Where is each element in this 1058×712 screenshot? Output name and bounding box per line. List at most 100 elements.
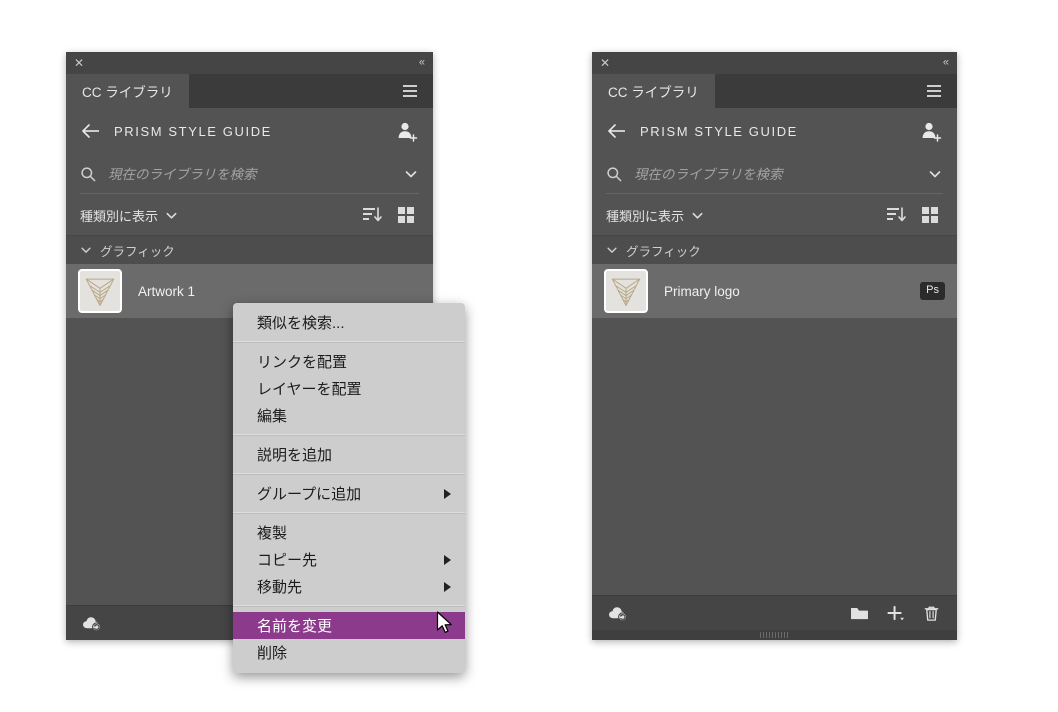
page-title: PRISM STYLE GUIDE (114, 123, 272, 139)
tab-label: CC ライブラリ (608, 85, 699, 100)
menu-separator (233, 512, 465, 514)
submenu-arrow-icon (444, 554, 451, 565)
search-row (66, 154, 433, 194)
context-menu-item-label: 移動先 (257, 579, 303, 596)
cloud-sync-icon[interactable] (604, 601, 632, 625)
search-options-chevron-down-icon[interactable] (927, 166, 943, 182)
panel-tabstrip: CC ライブラリ (66, 74, 433, 108)
grid-view-icon[interactable] (917, 204, 943, 226)
new-group-icon[interactable] (845, 601, 873, 625)
panel-menu-icon[interactable] (393, 74, 433, 108)
hamburger-line (403, 90, 417, 92)
context-menu-item-label: コピー先 (257, 552, 318, 569)
tabstrip-spacer (189, 74, 393, 108)
arrow-left-icon[interactable] (606, 120, 628, 142)
search-input[interactable] (106, 165, 403, 183)
group-header-graphics[interactable]: グラフィック (66, 236, 433, 264)
search-icon (80, 166, 96, 182)
collapse-panel-icon[interactable]: « (943, 57, 949, 69)
asset-name: Primary logo (664, 283, 740, 299)
add-collaborator-icon[interactable] (395, 119, 419, 143)
tab-cc-libraries[interactable]: CC ライブラリ (592, 74, 715, 108)
context-menu-item-label: 削除 (257, 645, 288, 662)
asset-list-item[interactable]: Primary logo Ps (592, 264, 957, 318)
context-menu-item-label: 名前を変更 (257, 618, 333, 635)
submenu-arrow-icon (444, 581, 451, 592)
library-header: PRISM STYLE GUIDE (592, 108, 957, 154)
close-icon[interactable]: ✕ (600, 57, 610, 69)
panel-menu-icon[interactable] (917, 74, 957, 108)
context-menu-item[interactable]: 編集 (233, 402, 465, 429)
hamburger-line (927, 85, 941, 87)
asset-thumbnail (78, 269, 122, 313)
hamburger-line (403, 85, 417, 87)
context-menu-item[interactable]: 類似を検索... (233, 309, 465, 336)
panel-tabstrip: CC ライブラリ (592, 74, 957, 108)
group-label: グラフィック (626, 244, 701, 259)
collapse-panel-icon[interactable]: « (419, 57, 425, 69)
asset-context-menu: 類似を検索... リンクを配置 レイヤーを配置 編集説明を追加グループに追加複製コピー… (233, 303, 465, 673)
context-menu-item-label: レイヤーを配置 (257, 381, 362, 398)
panel-resize-handle[interactable] (592, 630, 957, 640)
context-menu-item[interactable]: 名前を変更 (233, 612, 465, 639)
sort-descending-icon[interactable] (883, 204, 909, 226)
arrow-left-icon[interactable] (80, 120, 102, 142)
context-menu-item[interactable]: グループに追加 (233, 480, 465, 507)
menu-separator (233, 473, 465, 475)
menu-separator (233, 434, 465, 436)
context-menu-item-label: 編集 (257, 408, 288, 425)
context-menu-item[interactable]: 複製 (233, 519, 465, 546)
group-header-graphics[interactable]: グラフィック (592, 236, 957, 264)
chevron-down-icon (81, 247, 91, 253)
panel-footer (592, 595, 957, 630)
menu-separator (233, 605, 465, 607)
grip-icon (759, 632, 790, 638)
search-row (592, 154, 957, 194)
context-menu-item[interactable]: レイヤーを配置 (233, 375, 465, 402)
context-menu-item-label: 複製 (257, 525, 288, 542)
asset-thumbnail (604, 269, 648, 313)
chevron-down-icon (166, 212, 177, 219)
tab-label: CC ライブラリ (82, 85, 173, 100)
chevron-down-icon (607, 247, 617, 253)
filter-by-type-dropdown[interactable]: 種類別に表示 (606, 206, 704, 225)
close-icon[interactable]: ✕ (74, 57, 84, 69)
group-label: グラフィック (100, 244, 175, 259)
context-menu-item[interactable]: 削除 (233, 639, 465, 666)
sort-descending-icon[interactable] (359, 204, 385, 226)
tab-cc-libraries[interactable]: CC ライブラリ (66, 74, 189, 108)
context-menu-item-label: 類似を検索... (257, 315, 345, 332)
context-menu-item[interactable]: 移動先 (233, 573, 465, 600)
context-menu-item-label: 説明を追加 (257, 447, 333, 464)
context-menu-item[interactable]: リンクを配置 (233, 348, 465, 375)
hamburger-line (403, 95, 417, 97)
menu-separator (233, 341, 465, 343)
status-badge: Ps (920, 282, 945, 300)
page-title: PRISM STYLE GUIDE (640, 123, 798, 139)
grid-view-icon[interactable] (393, 204, 419, 226)
filter-by-type-dropdown[interactable]: 種類別に表示 (80, 206, 178, 225)
add-collaborator-icon[interactable] (919, 119, 943, 143)
hamburger-line (927, 90, 941, 92)
delete-icon[interactable] (917, 601, 945, 625)
library-content: グラフィック Primary logo Ps (592, 236, 957, 595)
library-header: PRISM STYLE GUIDE (66, 108, 433, 154)
search-options-chevron-down-icon[interactable] (403, 166, 419, 182)
hamburger-line (927, 95, 941, 97)
search-input[interactable] (632, 165, 927, 183)
panel-titlebar: ✕ « (66, 52, 433, 74)
chevron-down-icon (692, 212, 703, 219)
filter-label: 種類別に表示 (606, 208, 685, 224)
filter-row: 種類別に表示 (592, 194, 957, 236)
context-menu-item-label: リンクを配置 (257, 354, 348, 371)
add-content-icon[interactable] (881, 601, 909, 625)
context-menu-item[interactable]: 説明を追加 (233, 441, 465, 468)
cc-libraries-panel-right: ✕ « CC ライブラリ PRISM STYLE GUIDE 現在のライブラリを… (592, 52, 957, 640)
tabstrip-spacer (715, 74, 917, 108)
search-icon (606, 166, 622, 182)
asset-name: Artwork 1 (138, 283, 196, 299)
filter-row: 種類別に表示 (66, 194, 433, 236)
context-menu-item[interactable]: コピー先 (233, 546, 465, 573)
cloud-sync-icon[interactable] (78, 611, 106, 635)
panel-titlebar: ✕ « (592, 52, 957, 74)
